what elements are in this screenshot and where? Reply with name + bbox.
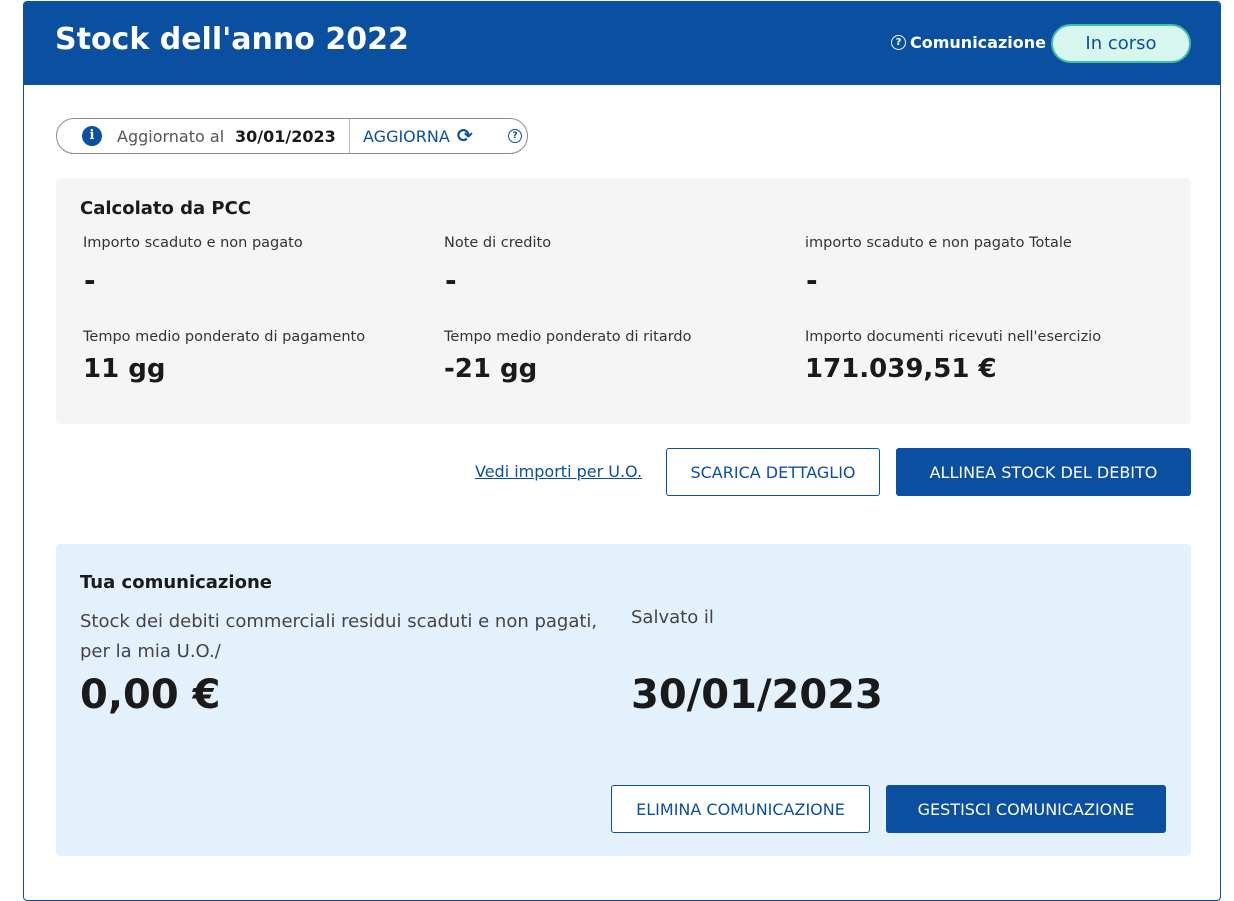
gestisci-comunicazione-button[interactable]: GESTISCI COMUNICAZIONE xyxy=(886,785,1166,833)
scarica-dettaglio-button[interactable]: SCARICA DETTAGLIO xyxy=(666,448,880,496)
update-bar: i Aggiornato al 30/01/2023 AGGIORNA ⟳ ? xyxy=(56,118,528,154)
aggiorna-label: AGGIORNA xyxy=(363,126,450,146)
metric-label-importo-scaduto: Importo scaduto e non pagato xyxy=(83,235,303,251)
update-label: Aggiornato al xyxy=(117,127,225,146)
saved-date: 30/01/2023 xyxy=(631,672,883,718)
comunicazione-amount: 0,00 € xyxy=(80,672,221,718)
refresh-icon: ⟳ xyxy=(456,125,473,147)
vedi-importi-link[interactable]: Vedi importi per U.O. xyxy=(475,462,642,481)
metric-label-tempo-pagamento: Tempo medio ponderato di pagamento xyxy=(83,329,366,345)
metric-label-importo-documenti: Importo documenti ricevuti nell'esercizi… xyxy=(805,329,1102,345)
pcc-title: Calcolato da PCC xyxy=(80,198,252,219)
aggiorna-button[interactable]: AGGIORNA ⟳ xyxy=(363,119,491,153)
allinea-stock-button[interactable]: ALLINEA STOCK DEL DEBITO xyxy=(896,448,1191,496)
metric-label-importo-totale: importo scaduto e non pagato Totale xyxy=(805,235,1072,251)
status-badge: In corso xyxy=(1051,24,1191,63)
page-title: Stock dell'anno 2022 xyxy=(55,22,409,57)
comunicazione-help-link[interactable]: ? Comunicazione xyxy=(891,33,1046,52)
metric-value-note-credito: - xyxy=(445,264,457,297)
pcc-panel: Calcolato da PCC Importo scaduto e non p… xyxy=(56,178,1191,424)
metric-value-importo-documenti: 171.039,51 € xyxy=(805,354,997,384)
card-header: Stock dell'anno 2022 ? Comunicazione In … xyxy=(24,2,1220,85)
info-icon: i xyxy=(82,126,102,146)
metric-value-tempo-ritardo: -21 gg xyxy=(444,354,538,384)
comunicazione-title: Tua comunicazione xyxy=(80,572,272,593)
metric-value-importo-scaduto: - xyxy=(84,264,96,297)
comunicazione-label: Comunicazione xyxy=(910,33,1046,52)
question-circle-icon: ? xyxy=(891,35,906,50)
comunicazione-description: Stock dei debiti commerciali residui sca… xyxy=(80,611,598,662)
comunicazione-panel: Tua comunicazione Stock dei debiti comme… xyxy=(56,544,1191,856)
elimina-comunicazione-button[interactable]: ELIMINA COMUNICAZIONE xyxy=(611,785,870,833)
divider xyxy=(349,119,350,153)
metric-label-note-credito: Note di credito xyxy=(444,235,552,251)
update-date: 30/01/2023 xyxy=(235,127,336,146)
metric-label-tempo-ritardo: Tempo medio ponderato di ritardo xyxy=(444,329,692,345)
stock-card: Stock dell'anno 2022 ? Comunicazione In … xyxy=(23,1,1221,901)
metric-value-importo-totale: - xyxy=(806,264,818,297)
question-circle-icon[interactable]: ? xyxy=(508,129,522,143)
saved-label: Salvato il xyxy=(631,607,714,628)
metric-value-tempo-pagamento: 11 gg xyxy=(83,354,166,384)
